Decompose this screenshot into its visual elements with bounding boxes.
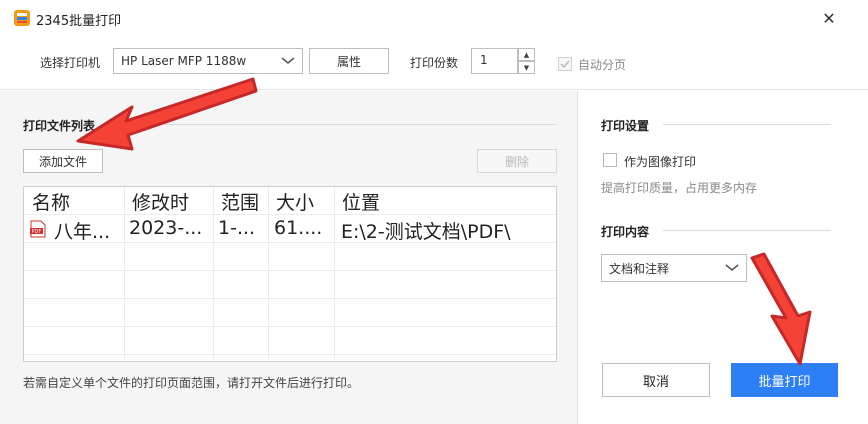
- checkmark-icon: [560, 60, 570, 69]
- as-image-hint: 提高打印质量，占用更多内存: [601, 181, 758, 195]
- column-header-range[interactable]: 范围: [221, 188, 259, 215]
- column-header-name[interactable]: 名称: [32, 188, 70, 215]
- svg-text:PDF: PDF: [32, 229, 42, 235]
- printer-select[interactable]: HP Laser MFP 1188w: [113, 48, 303, 74]
- printer-label: 选择打印机: [40, 56, 101, 70]
- chevron-down-icon: [725, 264, 739, 271]
- divider: [663, 124, 831, 125]
- copies-increment-button[interactable]: ▲: [518, 48, 535, 61]
- printer-select-value: HP Laser MFP 1188w: [121, 54, 247, 68]
- copies-label: 打印份数: [410, 56, 459, 70]
- triangle-up-icon: ▲: [523, 50, 530, 59]
- as-image-label[interactable]: 作为图像打印: [624, 153, 696, 170]
- annotation-arrow-icon: [76, 77, 258, 151]
- close-icon: ✕: [822, 8, 836, 28]
- column-header-location[interactable]: 位置: [342, 188, 380, 215]
- as-image-checkbox[interactable]: [603, 153, 617, 167]
- title-bar: 2345批量打印 ✕: [0, 0, 868, 36]
- column-header-modified[interactable]: 修改时: [132, 188, 189, 215]
- window-title: 2345批量打印: [36, 14, 122, 29]
- chevron-down-icon: [281, 57, 295, 64]
- divider: [663, 230, 831, 231]
- file-name: 八年...: [54, 221, 111, 243]
- print-content-select[interactable]: 文档和注释: [601, 254, 747, 282]
- table-header-row: 名称 修改时 范围 大小 位置: [24, 187, 556, 215]
- range-hint: 若需自定义单个文件的打印页面范围，请打开文件后进行打印。: [23, 376, 360, 390]
- annotation-arrow-icon: [750, 252, 812, 366]
- table-row: [24, 243, 556, 271]
- printer-app-icon: [14, 10, 30, 26]
- file-range: 1-...: [218, 217, 256, 239]
- collate-label: 自动分页: [578, 58, 627, 72]
- pdf-file-icon: PDF: [30, 220, 46, 238]
- properties-button[interactable]: 属性: [309, 48, 389, 74]
- print-content-value: 文档和注释: [609, 261, 670, 276]
- file-table: 名称 修改时 范围 大小 位置 PDF 八年... 2023-... 1-...…: [23, 186, 557, 362]
- column-header-size[interactable]: 大小: [276, 188, 314, 215]
- table-row: [24, 327, 556, 355]
- file-modified: 2023-...: [129, 217, 203, 239]
- collate-checkbox[interactable]: [558, 57, 572, 71]
- triangle-down-icon: ▼: [523, 63, 530, 72]
- print-settings-title: 打印设置: [601, 119, 650, 133]
- copies-input[interactable]: 1: [471, 48, 518, 74]
- copies-decrement-button[interactable]: ▼: [518, 61, 535, 74]
- cancel-button[interactable]: 取消: [602, 363, 710, 397]
- table-row: [24, 299, 556, 327]
- close-button[interactable]: ✕: [790, 0, 868, 36]
- table-row: [24, 271, 556, 299]
- file-size: 61....: [274, 217, 323, 239]
- file-location: E:\2-测试文档\PDF\: [341, 221, 511, 243]
- table-row[interactable]: PDF 八年... 2023-... 1-... 61.... E:\2-测试文…: [24, 215, 556, 243]
- delete-button[interactable]: 删除: [477, 149, 557, 173]
- print-content-title: 打印内容: [601, 225, 650, 239]
